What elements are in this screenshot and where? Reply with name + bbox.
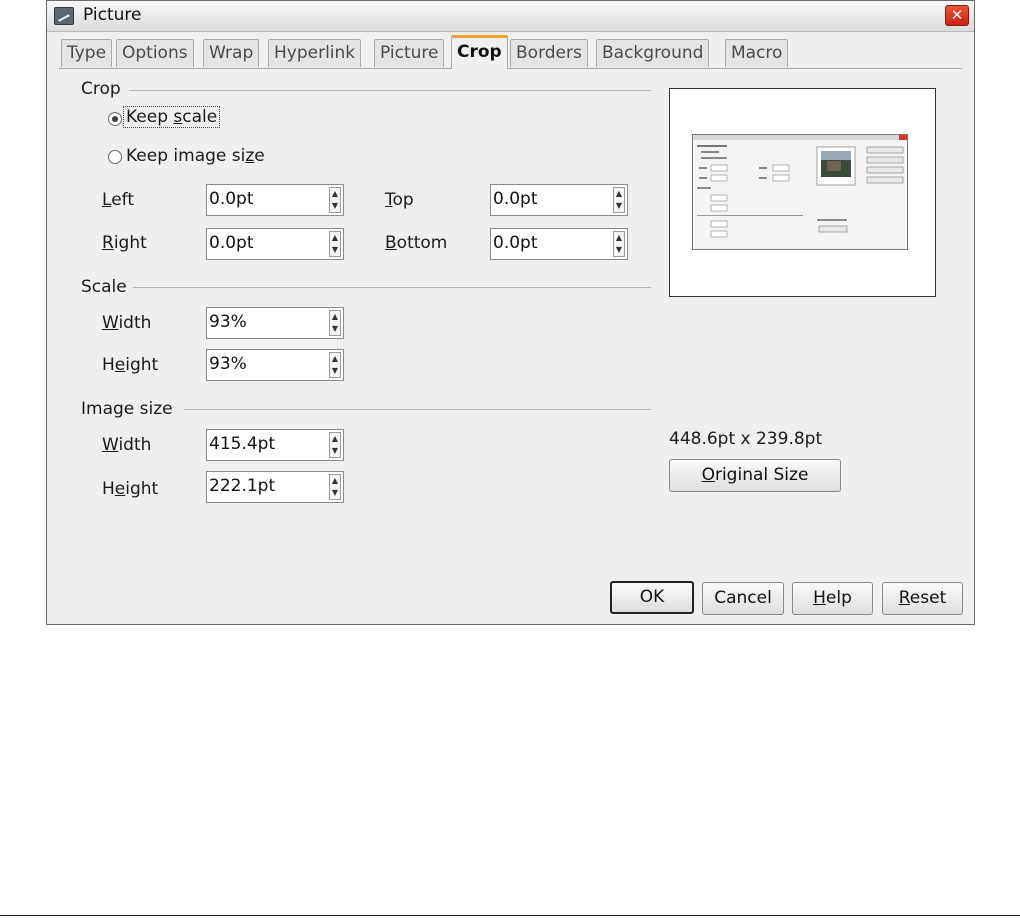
tab-background[interactable]: Background — [596, 39, 710, 67]
left-value[interactable]: 0.0pt — [209, 189, 254, 209]
image-width-value[interactable]: 415.4pt — [209, 434, 275, 454]
tab-type[interactable]: Type — [61, 39, 113, 67]
scale-width-value[interactable]: 93% — [209, 312, 247, 332]
reset-button[interactable]: Reset — [882, 582, 963, 615]
window-title: Picture — [83, 5, 142, 25]
right-label: Right — [102, 233, 147, 253]
image-size-heading: Image size — [81, 399, 173, 419]
scale-width-label: Width — [102, 313, 152, 333]
tab-divider — [59, 68, 962, 69]
chevron-up-icon[interactable]: ▲ — [330, 311, 340, 323]
tab-options[interactable]: Options — [116, 39, 194, 67]
chevron-up-icon[interactable]: ▲ — [330, 475, 340, 487]
top-value[interactable]: 0.0pt — [493, 189, 538, 209]
left-spin-buttons[interactable]: ▲ ▼ — [329, 187, 341, 213]
right-value[interactable]: 0.0pt — [209, 233, 254, 253]
chevron-down-icon[interactable]: ▼ — [330, 365, 340, 377]
scale-height-spin-field[interactable]: 93% ▲ ▼ — [206, 349, 344, 381]
ok-button[interactable]: OK — [610, 581, 694, 614]
chevron-down-icon[interactable]: ▼ — [330, 487, 340, 499]
bottom-spin-field[interactable]: 0.0pt ▲ ▼ — [490, 228, 628, 260]
picture-dialog: Picture ✕ Type Options Wrap Hyperlink Pi… — [46, 0, 975, 625]
tab-crop[interactable]: Crop — [451, 35, 508, 69]
image-height-label: Height — [102, 479, 159, 499]
scale-width-spin-field[interactable]: 93% ▲ ▼ — [206, 307, 344, 339]
chevron-up-icon[interactable]: ▲ — [330, 188, 340, 200]
page-bottom-rule — [0, 915, 1020, 916]
scale-heading: Scale — [81, 277, 127, 297]
tab-picture[interactable]: Picture — [374, 39, 445, 67]
left-label: Left — [102, 190, 134, 210]
chevron-down-icon[interactable]: ▼ — [330, 323, 340, 335]
scale-height-label: Height — [102, 355, 159, 375]
chevron-down-icon[interactable]: ▼ — [614, 200, 624, 212]
title-bar: Picture ✕ — [47, 1, 974, 32]
chevron-down-icon[interactable]: ▼ — [330, 244, 340, 256]
keep-scale-radio[interactable] — [108, 112, 122, 126]
scale-divider — [133, 287, 651, 288]
original-dimensions: 448.6pt x 239.8pt — [669, 429, 823, 449]
original-size-button[interactable]: Original Size — [669, 459, 841, 492]
preview-thumbnail — [692, 134, 908, 250]
top-label: Top — [385, 190, 414, 210]
chevron-up-icon[interactable]: ▲ — [330, 232, 340, 244]
close-button[interactable]: ✕ — [945, 5, 969, 26]
tab-borders[interactable]: Borders — [510, 39, 588, 67]
help-button[interactable]: Help — [792, 582, 873, 615]
preview-thumbnail-graphic — [693, 135, 907, 238]
crop-preview — [669, 88, 936, 297]
crop-heading: Crop — [81, 79, 121, 99]
image-width-label: Width — [102, 435, 152, 455]
left-spin-field[interactable]: 0.0pt ▲ ▼ — [206, 184, 344, 216]
bottom-spin-buttons[interactable]: ▲ ▼ — [613, 231, 625, 257]
close-icon: ✕ — [950, 6, 964, 24]
chevron-up-icon[interactable]: ▲ — [614, 232, 624, 244]
image-width-spin-buttons[interactable]: ▲ ▼ — [329, 432, 341, 458]
scale-width-spin-buttons[interactable]: ▲ ▼ — [329, 310, 341, 336]
image-width-spin-field[interactable]: 415.4pt ▲ ▼ — [206, 429, 344, 461]
chevron-down-icon[interactable]: ▼ — [330, 445, 340, 457]
image-height-spin-field[interactable]: 222.1pt ▲ ▼ — [206, 471, 344, 503]
top-spin-buttons[interactable]: ▲ ▼ — [613, 187, 625, 213]
tab-macro[interactable]: Macro — [725, 39, 789, 67]
right-spin-field[interactable]: 0.0pt ▲ ▼ — [206, 228, 344, 260]
chevron-up-icon[interactable]: ▲ — [330, 433, 340, 445]
right-spin-buttons[interactable]: ▲ ▼ — [329, 231, 341, 257]
scale-height-spin-buttons[interactable]: ▲ ▼ — [329, 352, 341, 378]
bottom-label: Bottom — [385, 233, 448, 253]
keep-image-size-radio[interactable] — [108, 150, 122, 164]
keep-scale-label[interactable]: Keep scale — [123, 106, 221, 128]
chevron-down-icon[interactable]: ▼ — [330, 200, 340, 212]
top-spin-field[interactable]: 0.0pt ▲ ▼ — [490, 184, 628, 216]
scale-height-value[interactable]: 93% — [209, 354, 247, 374]
cancel-button[interactable]: Cancel — [702, 582, 784, 615]
tab-hyperlink[interactable]: Hyperlink — [268, 39, 362, 67]
tab-wrap[interactable]: Wrap — [203, 39, 260, 67]
crop-divider — [129, 90, 651, 91]
chevron-down-icon[interactable]: ▼ — [614, 244, 624, 256]
image-height-spin-buttons[interactable]: ▲ ▼ — [329, 474, 341, 500]
keep-image-size-label[interactable]: Keep image size — [126, 146, 265, 166]
picture-icon — [54, 7, 74, 25]
bottom-value[interactable]: 0.0pt — [493, 233, 538, 253]
chevron-up-icon[interactable]: ▲ — [330, 353, 340, 365]
image-size-divider — [184, 409, 651, 410]
image-height-value[interactable]: 222.1pt — [209, 476, 275, 496]
chevron-up-icon[interactable]: ▲ — [614, 188, 624, 200]
